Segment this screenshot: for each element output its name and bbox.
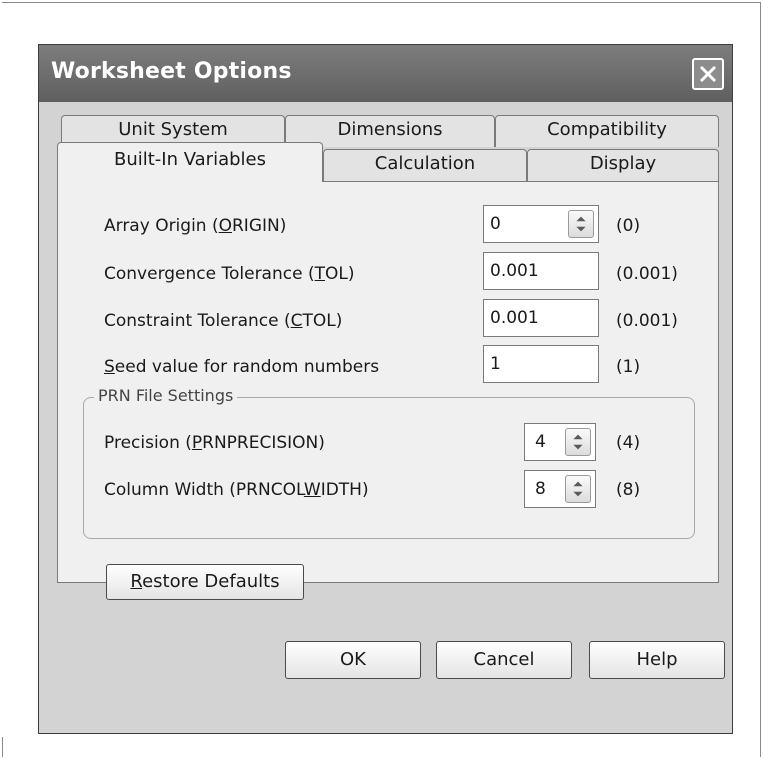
tab-label: Calculation — [374, 153, 476, 174]
close-icon — [699, 65, 717, 83]
constraint-tolerance-default: (0.001) — [616, 311, 678, 331]
tab-label: Display — [589, 153, 657, 174]
seed-value-label: Seed value for random numbers — [104, 357, 380, 377]
tab-label: Compatibility — [547, 119, 667, 140]
ok-label: OK — [340, 649, 366, 670]
constraint-tolerance-input[interactable]: 0.001 — [483, 299, 599, 337]
seed-value-default: (1) — [616, 357, 641, 377]
convergence-tolerance-default: (0.001) — [616, 264, 678, 284]
spin-arrows-icon — [573, 481, 583, 497]
close-button[interactable] — [692, 58, 724, 90]
prn-group-title: PRN File Settings — [94, 386, 238, 405]
constraint-tolerance-value: 0.001 — [490, 308, 539, 328]
prn-column-width-default: (8) — [616, 480, 641, 500]
prn-file-settings-group: PRN File Settings Precision (PRNPRECISIO… — [83, 386, 695, 539]
convergence-tolerance-value: 0.001 — [490, 261, 539, 281]
tab-built-in-variables[interactable]: Built-In Variables — [57, 142, 323, 182]
spin-arrows-icon — [573, 434, 583, 450]
seed-value: 1 — [490, 354, 501, 374]
frame-top-edge — [2, 2, 761, 3]
title-bar[interactable]: Worksheet Options — [39, 45, 732, 102]
seed-value-input[interactable]: 1 — [483, 345, 599, 383]
frame-left-edge — [2, 737, 3, 757]
convergence-tolerance-label: Convergence Tolerance (TOL) — [104, 264, 355, 284]
array-origin-spin-button[interactable] — [568, 210, 594, 238]
tab-label: Dimensions — [337, 119, 443, 140]
convergence-tolerance-input[interactable]: 0.001 — [483, 252, 599, 290]
array-origin-value: 0 — [490, 214, 501, 234]
restore-defaults-button[interactable]: Restore Defaults — [106, 564, 304, 600]
prn-precision-label: Precision (PRNPRECISION) — [104, 433, 325, 453]
dialog-title: Worksheet Options — [51, 59, 292, 84]
tab-display[interactable]: Display — [527, 149, 719, 181]
tab-label: Unit System — [118, 119, 228, 140]
tab-label: Built-In Variables — [113, 149, 266, 170]
help-label: Help — [636, 649, 678, 670]
tab-compatibility[interactable]: Compatibility — [495, 115, 719, 147]
prn-column-width-spinner[interactable]: 8 — [524, 470, 596, 508]
restore-defaults-label: estore Defaults — [142, 571, 280, 592]
constraint-tolerance-label: Constraint Tolerance (CTOL) — [104, 311, 343, 331]
prn-column-width-label: Column Width (PRNCOLWIDTH) — [104, 480, 369, 500]
worksheet-options-dialog: Worksheet Options Unit System Dimensions… — [38, 44, 733, 734]
tab-calculation[interactable]: Calculation — [323, 149, 527, 181]
built-in-variables-panel: Array Origin (ORIGIN) 0 (0) Convergence … — [57, 181, 719, 600]
spin-arrows-icon — [576, 216, 586, 232]
prn-precision-spinner[interactable]: 4 — [524, 423, 596, 461]
array-origin-label: Array Origin (ORIGIN) — [104, 216, 287, 236]
array-origin-spinner[interactable]: 0 — [483, 205, 599, 243]
frame-right-edge — [760, 2, 761, 757]
prn-column-width-value: 8 — [535, 479, 546, 499]
restore-defaults-key: R — [130, 571, 143, 592]
prn-precision-spin-button[interactable] — [565, 428, 591, 456]
cancel-button[interactable]: Cancel — [436, 641, 572, 679]
array-origin-default: (0) — [616, 216, 641, 236]
help-button[interactable]: Help — [589, 641, 725, 679]
prn-column-width-spin-button[interactable] — [565, 475, 591, 503]
cancel-label: Cancel — [473, 649, 535, 670]
prn-precision-value: 4 — [535, 432, 546, 452]
ok-button[interactable]: OK — [285, 641, 421, 679]
prn-precision-default: (4) — [616, 433, 641, 453]
